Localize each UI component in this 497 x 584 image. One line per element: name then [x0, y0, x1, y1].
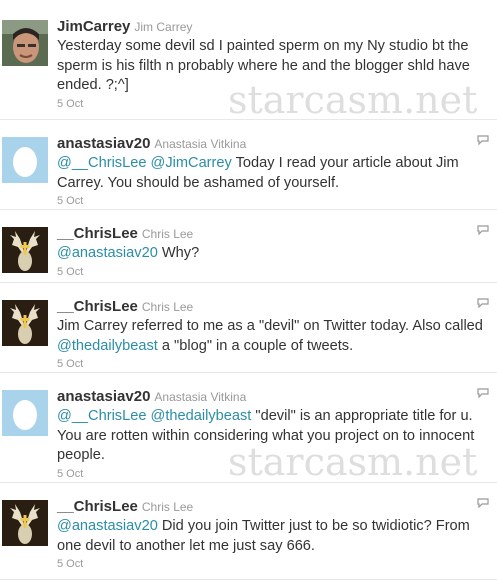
tweet-header: JimCarrey Jim Carrey	[57, 18, 491, 36]
reply-icon[interactable]	[477, 132, 489, 146]
tweet-header: __ChrisLee Chris Lee	[57, 498, 491, 516]
tweet-text-segment: Jim Carrey referred to me as a "devil" o…	[57, 318, 483, 334]
username-link[interactable]: anastasiav20	[57, 388, 150, 405]
timestamp-link[interactable]: 5 Oct	[57, 358, 491, 370]
tweet-header: anastasiav20 Anastasia Vitkina	[57, 388, 491, 406]
stag-avatar[interactable]	[2, 227, 48, 273]
tweet-text: Jim Carrey referred to me as a "devil" o…	[57, 317, 491, 356]
tweet-text-segment: Why?	[157, 245, 200, 261]
tweet-text: @__ChrisLee @JimCarrey Today I read your…	[57, 154, 491, 193]
display-name: Anastasia Vitkina	[154, 137, 247, 151]
timestamp-link[interactable]: 5 Oct	[57, 195, 491, 207]
watermark: starcasm.net	[228, 440, 478, 484]
mention-link[interactable]: @__ChrisLee	[57, 155, 146, 171]
username-link[interactable]: __ChrisLee	[57, 498, 138, 515]
username-link[interactable]: __ChrisLee	[57, 225, 138, 242]
display-name: Jim Carrey	[134, 20, 193, 34]
watermark: starcasm.net	[228, 78, 478, 122]
tweet-header: __ChrisLee Chris Lee	[57, 225, 491, 243]
photo-avatar[interactable]	[2, 20, 48, 66]
display-name: Chris Lee	[141, 227, 194, 241]
mention-link[interactable]: @thedailybeast	[57, 338, 158, 354]
egg-avatar[interactable]	[2, 137, 48, 183]
tweet-content: __ChrisLee Chris Lee @anastasiav20 Why? 5 O…	[57, 225, 491, 278]
egg-avatar[interactable]	[2, 390, 48, 436]
mention-link[interactable]: @anastasiav20	[57, 518, 158, 534]
tweet-header: __ChrisLee Chris Lee	[57, 298, 491, 316]
display-name: Chris Lee	[141, 300, 194, 314]
tweet-text-segment: a "blog" in a couple of tweets.	[157, 337, 354, 354]
tweet-content: anastasiav20 Anastasia Vitkina @__ChrisLee…	[57, 135, 491, 207]
tweet-item[interactable]: anastasiav20 Anastasia Vitkina @__ChrisLee…	[0, 120, 497, 210]
username-link[interactable]: JimCarrey	[57, 18, 130, 35]
tweet-item[interactable]: __ChrisLee Chris Lee @anastasiav20 Why? 5 O…	[0, 210, 497, 283]
timestamp-link[interactable]: 5 Oct	[57, 266, 491, 278]
tweet-item[interactable]: __ChrisLee Chris Lee Jim Carrey referred t…	[0, 283, 497, 373]
mention-link[interactable]: @JimCarrey	[151, 155, 232, 171]
mention-link[interactable]: @thedailybeast	[151, 408, 252, 424]
reply-icon[interactable]	[477, 385, 489, 399]
mention-link[interactable]: @__ChrisLee	[57, 408, 146, 424]
display-name: Chris Lee	[141, 500, 194, 514]
reply-icon[interactable]	[477, 495, 489, 509]
stag-avatar[interactable]	[2, 300, 48, 346]
tweet-content: __ChrisLee Chris Lee @anastasiav20 Did you…	[57, 498, 491, 570]
timestamp-link[interactable]: 5 Oct	[57, 558, 491, 570]
tweet-text: @anastasiav20 Why?	[57, 244, 491, 264]
tweet-content: __ChrisLee Chris Lee Jim Carrey referred t…	[57, 298, 491, 370]
username-link[interactable]: anastasiav20	[57, 135, 150, 152]
tweet-text: @anastasiav20 Did you join Twitter just …	[57, 517, 491, 556]
stag-avatar[interactable]	[2, 500, 48, 546]
tweet-item[interactable]: __ChrisLee Chris Lee @anastasiav20 Did you…	[0, 483, 497, 580]
tweet-header: anastasiav20 Anastasia Vitkina	[57, 135, 491, 153]
reply-icon[interactable]	[477, 295, 489, 309]
display-name: Anastasia Vitkina	[154, 390, 247, 404]
reply-icon[interactable]	[477, 222, 489, 236]
mention-link[interactable]: @anastasiav20	[57, 245, 158, 261]
username-link[interactable]: __ChrisLee	[57, 298, 138, 315]
